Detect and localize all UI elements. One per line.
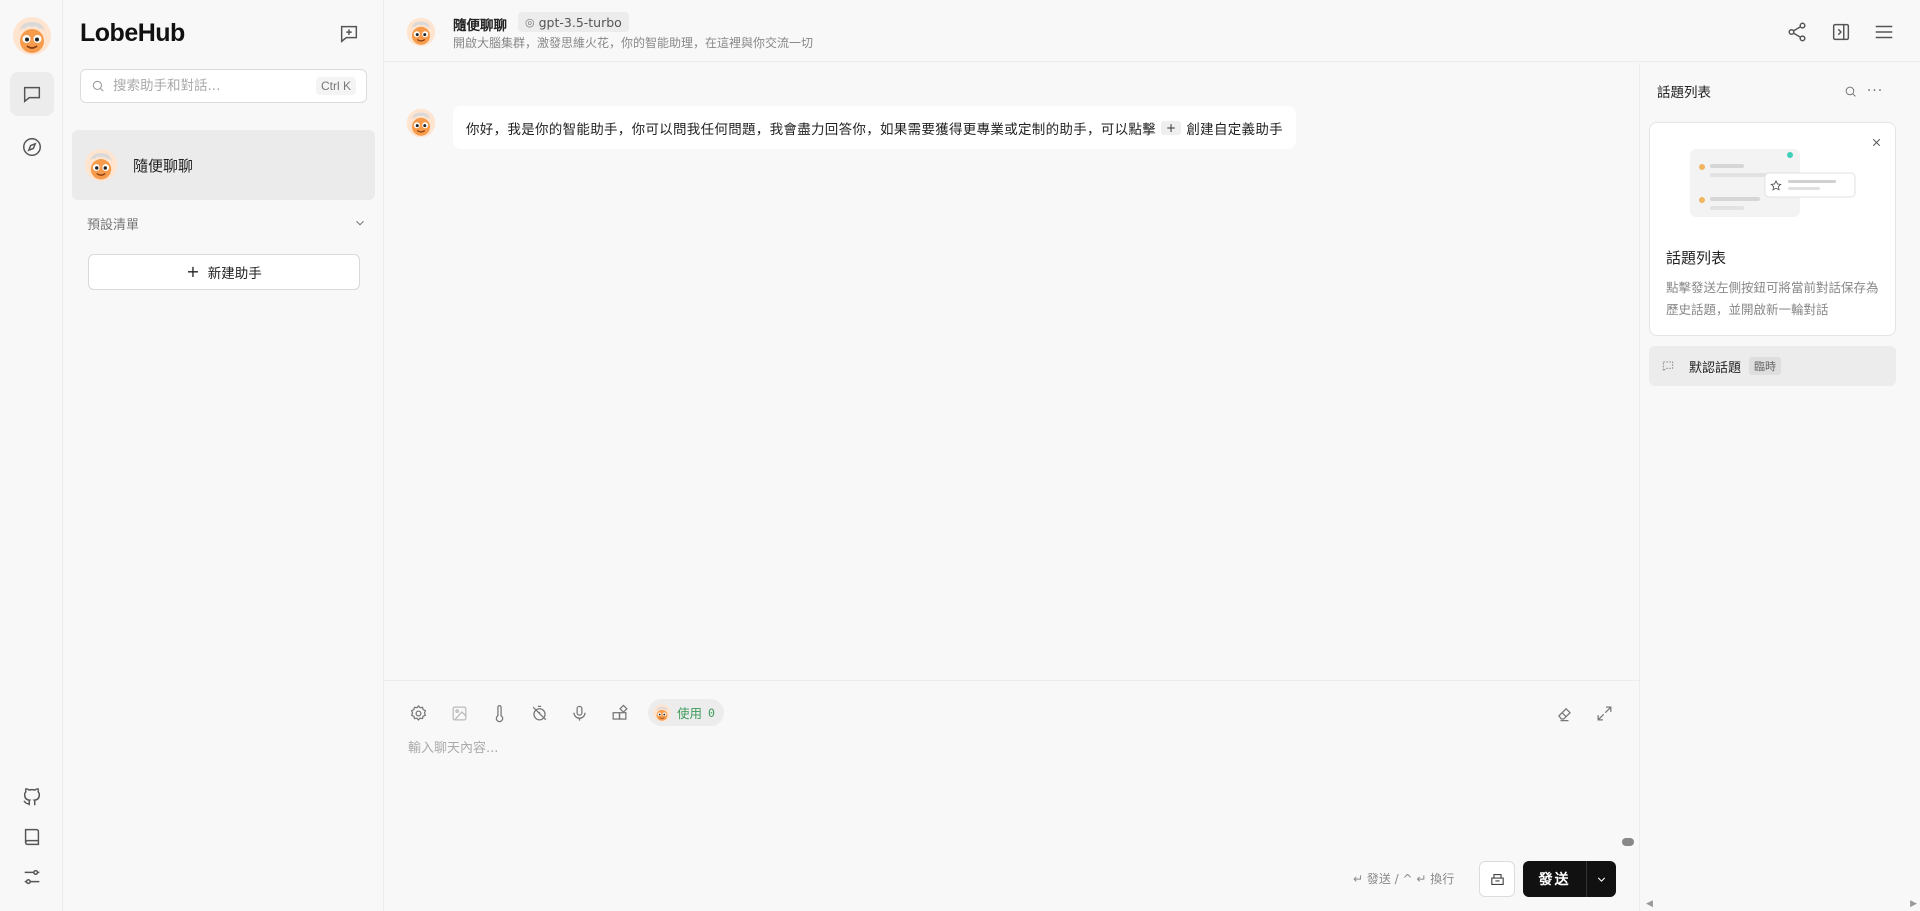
rail-docs-button[interactable] bbox=[10, 815, 54, 859]
temporary-badge: 臨時 bbox=[1749, 357, 1782, 375]
rail-settings-button[interactable] bbox=[10, 855, 54, 899]
agent-avatar[interactable] bbox=[406, 17, 436, 47]
chat-bubble-icon bbox=[23, 86, 41, 103]
rail-discover-button[interactable] bbox=[10, 125, 54, 169]
send-button[interactable]: 發送 bbox=[1523, 861, 1586, 897]
compass-icon bbox=[23, 138, 41, 156]
topic-more-button[interactable]: ··· bbox=[1865, 81, 1885, 101]
search-icon bbox=[92, 80, 104, 92]
message-plus-icon bbox=[340, 25, 358, 43]
history-limit-button[interactable] bbox=[527, 701, 551, 725]
new-agent-label: 新建助手 bbox=[207, 266, 262, 282]
chat-messages: 你好，我是你的智能助手，你可以問我任何問題，我會盡力回答你，如果需要獲得更專業或… bbox=[384, 63, 1639, 680]
panel-right-icon bbox=[1832, 23, 1850, 41]
microphone-icon bbox=[572, 705, 586, 721]
share-icon bbox=[1788, 22, 1806, 42]
topic-guide-card: 話題列表 點擊發送左側按鈕可將當前對話保存為歷史話題，並開啟新一輪對話 bbox=[1649, 122, 1896, 336]
user-avatar[interactable] bbox=[12, 16, 52, 56]
brand-logo: LobeHub bbox=[80, 19, 185, 47]
usage-label: 使用 bbox=[677, 706, 703, 721]
chevron-down-icon bbox=[356, 220, 364, 226]
plus-icon: + bbox=[186, 262, 200, 281]
book-icon bbox=[24, 828, 40, 846]
send-shortcut-hint: ↵ 發送 / ^ ↵ 換行 bbox=[1353, 872, 1455, 886]
topic-illustration-icon bbox=[1690, 149, 1856, 217]
usage-count: 0 bbox=[708, 705, 715, 720]
rail-chat-button[interactable] bbox=[10, 72, 54, 116]
usage-avatar bbox=[653, 704, 671, 722]
menu-icon bbox=[1875, 25, 1893, 39]
default-topic-label: 默認話題 bbox=[1689, 360, 1742, 376]
model-tag[interactable]: ◎ gpt-3.5-turbo bbox=[518, 12, 629, 32]
chat-bubble-dashed-icon bbox=[1662, 361, 1674, 372]
gear-icon bbox=[410, 704, 426, 721]
session-avatar bbox=[84, 148, 118, 182]
chat-composer: 使用 0 ↵ 發送 / ^ ↵ 換行 發送 bbox=[384, 680, 1639, 911]
guide-title: 話題列表 bbox=[1666, 249, 1727, 267]
close-icon bbox=[1872, 138, 1880, 146]
scroll-right-arrow-icon[interactable]: ▶ bbox=[1910, 899, 1917, 909]
chat-header: 隨便聊聊 ◎ gpt-3.5-turbo 開啟大腦集群，激發思維火花，你的智能助… bbox=[384, 0, 1920, 62]
session-sidebar: LobeHub Ctrl K 隨便聊聊 預設清單 + 新建助手 bbox=[63, 0, 384, 911]
preset-list-toggle[interactable]: 預設清單 bbox=[87, 212, 367, 234]
topic-panel-title: 話題列表 bbox=[1657, 85, 1711, 101]
chevron-down-icon bbox=[1597, 876, 1606, 882]
preset-list-label: 預設清單 bbox=[87, 217, 140, 233]
token-usage-chip[interactable]: 使用 0 bbox=[648, 699, 724, 726]
guide-description: 點擊發送左側按鈕可將當前對話保存為歷史話題，並開啟新一輪對話 bbox=[1666, 280, 1879, 317]
agent-settings-button[interactable] bbox=[406, 701, 430, 725]
chat-title: 隨便聊聊 bbox=[453, 18, 507, 34]
assistant-avatar bbox=[406, 108, 436, 138]
more-dots-icon: ··· bbox=[1866, 83, 1884, 99]
new-session-button[interactable] bbox=[335, 20, 363, 48]
timer-off-icon bbox=[532, 705, 546, 720]
toggle-panel-button[interactable] bbox=[1828, 19, 1854, 45]
sliders-icon bbox=[24, 869, 40, 885]
message-text: 你好，我是你的智能助手，你可以問我任何問題，我會盡力回答你，如果需要獲得更專業或… bbox=[466, 121, 1156, 138]
archive-icon bbox=[1490, 873, 1504, 885]
search-icon bbox=[1845, 86, 1856, 97]
expand-icon bbox=[1597, 706, 1611, 720]
new-agent-button[interactable]: + 新建助手 bbox=[88, 254, 360, 290]
topic-panel: 話題列表 ··· 話題列表 點擊發送左側按鈕可將當前對話保存為歷史話題，並開啟新… bbox=[1639, 63, 1920, 911]
resize-handle[interactable] bbox=[1622, 838, 1634, 846]
image-icon bbox=[452, 706, 466, 720]
eraser-icon bbox=[1557, 707, 1571, 721]
menu-button[interactable] bbox=[1871, 19, 1897, 45]
send-button-group: 發送 bbox=[1523, 861, 1616, 897]
topic-search-button[interactable] bbox=[1840, 81, 1860, 101]
voice-input-button[interactable] bbox=[567, 701, 591, 725]
assistant-message: 你好，我是你的智能助手，你可以問我任何問題，我會盡力回答你，如果需要獲得更專業或… bbox=[453, 106, 1296, 149]
search-shortcut: Ctrl K bbox=[316, 77, 356, 95]
scroll-left-arrow-icon[interactable]: ◀ bbox=[1646, 899, 1653, 909]
session-item[interactable]: 隨便聊聊 bbox=[72, 130, 375, 200]
github-icon bbox=[23, 788, 41, 806]
model-icon: ◎ bbox=[525, 15, 535, 29]
chat-description: 開啟大腦集群，激發思維火花，你的智能助理，在這裡與你交流一切 bbox=[453, 36, 814, 50]
default-topic-item[interactable]: 默認話題 臨時 bbox=[1649, 346, 1896, 386]
plugins-button[interactable] bbox=[607, 701, 631, 725]
horizontal-scrollbar[interactable]: ◀ ▶ bbox=[1640, 897, 1920, 911]
rail-github-button[interactable] bbox=[10, 775, 54, 819]
message-text-tail: 創建自定義助手 bbox=[1186, 121, 1283, 138]
clear-button[interactable] bbox=[1552, 701, 1576, 725]
plugins-icon bbox=[612, 703, 628, 720]
create-agent-key: + bbox=[1161, 120, 1182, 135]
guide-close-button[interactable] bbox=[1867, 133, 1885, 151]
send-options-button[interactable] bbox=[1586, 861, 1616, 897]
expand-button[interactable] bbox=[1592, 701, 1616, 725]
nav-rail bbox=[0, 0, 63, 911]
chat-input[interactable] bbox=[408, 737, 1608, 857]
session-item-label: 隨便聊聊 bbox=[133, 156, 194, 175]
upload-image-button[interactable] bbox=[447, 701, 471, 725]
share-button[interactable] bbox=[1784, 19, 1810, 45]
temperature-button[interactable] bbox=[487, 701, 511, 725]
session-search: Ctrl K bbox=[80, 69, 367, 103]
model-name: gpt-3.5-turbo bbox=[538, 14, 622, 30]
thermometer-icon bbox=[495, 704, 503, 722]
save-topic-button[interactable] bbox=[1479, 861, 1515, 897]
search-input[interactable] bbox=[113, 78, 316, 94]
